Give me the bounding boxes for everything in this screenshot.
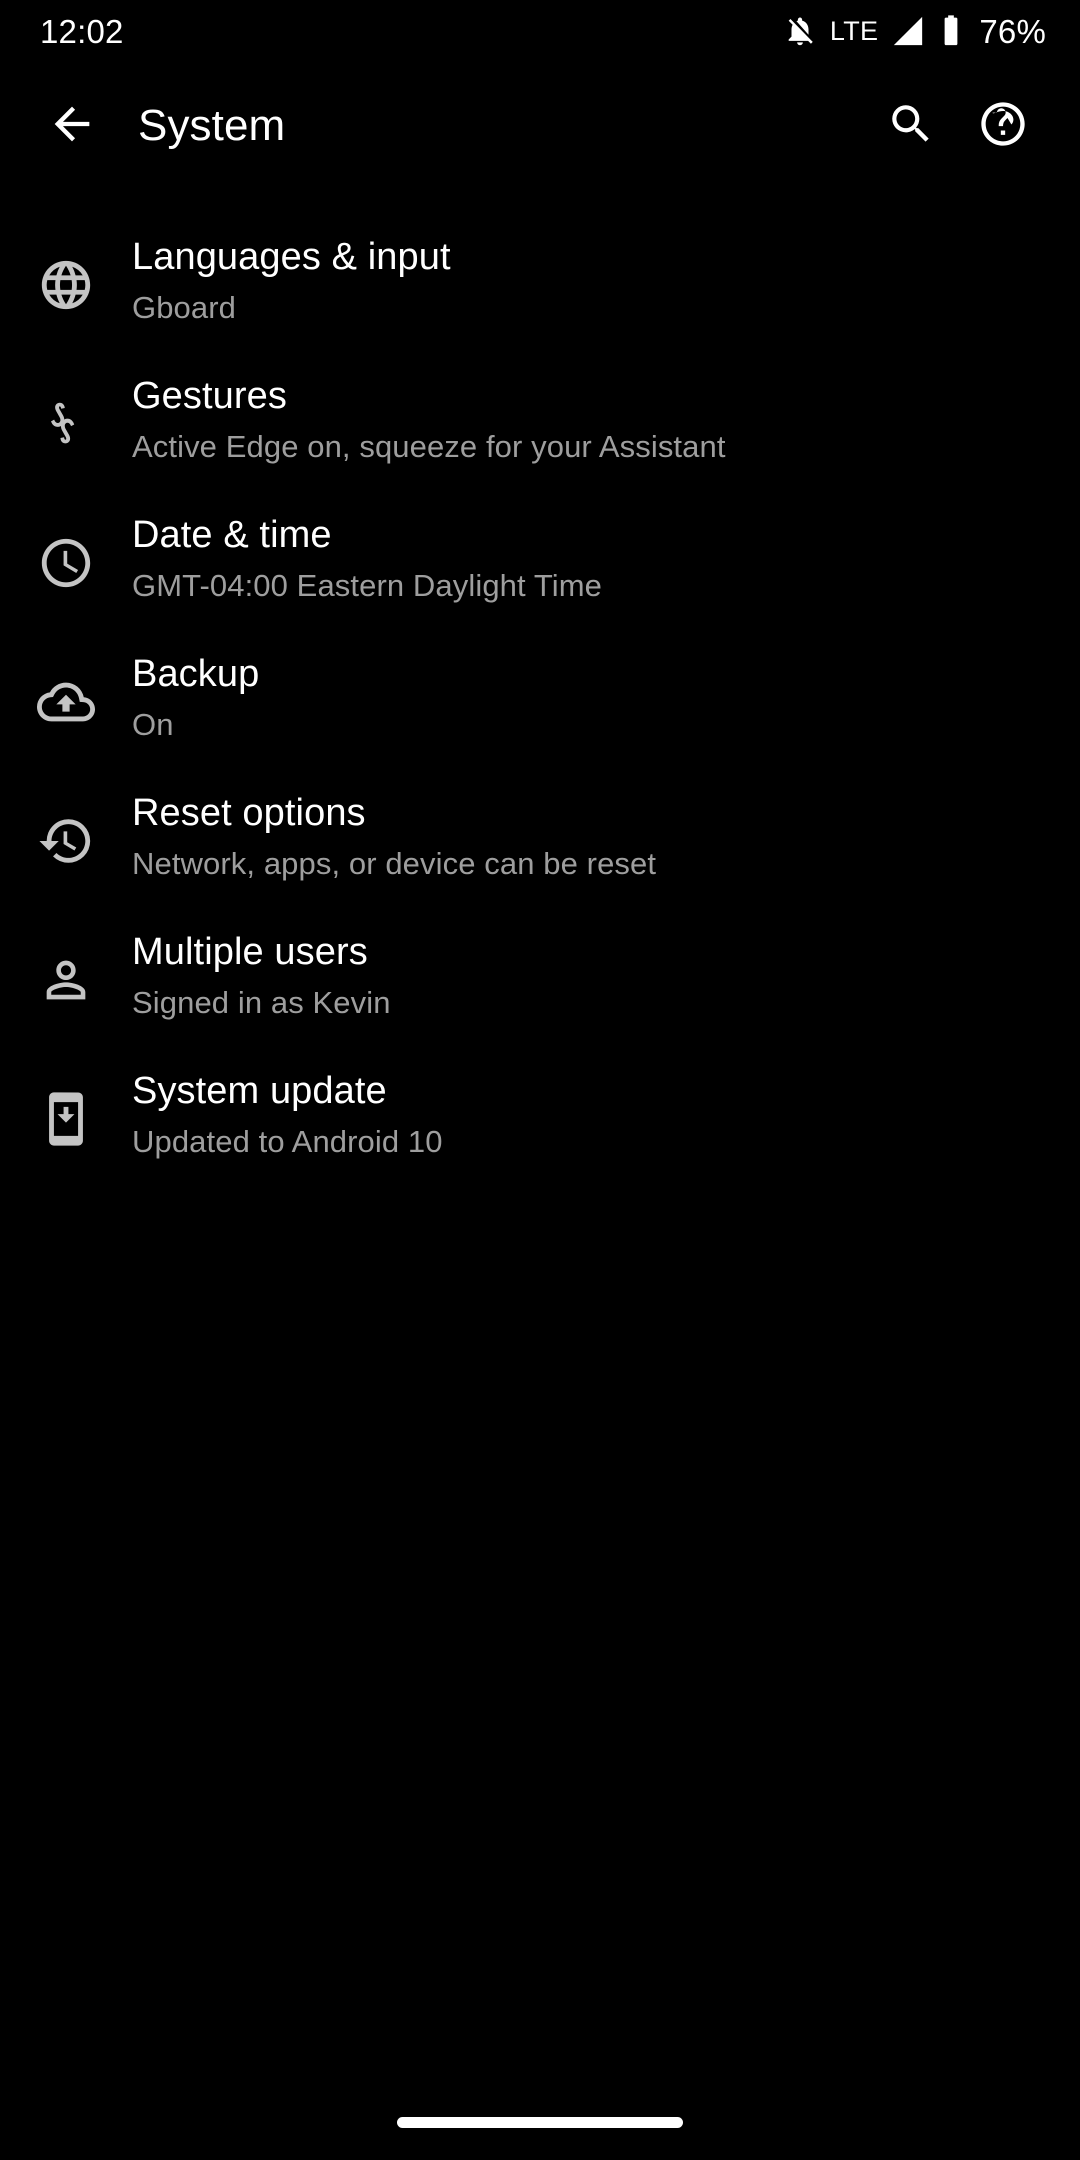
list-item-title: Backup [132,653,260,695]
list-item-summary: Active Edge on, squeeze for your Assista… [132,428,726,464]
search-icon [886,99,936,154]
globe-icon [0,212,132,314]
list-item-multiple-users[interactable]: Multiple users Signed in as Kevin [0,907,1080,1046]
help-icon [977,98,1029,155]
settings-list: Languages & input Gboard Gestures Active… [0,190,1080,1185]
person-icon [0,907,132,1009]
status-bar: 12:02 LTE 76% [0,0,1080,62]
list-item-text: Date & time GMT-04:00 Eastern Daylight T… [132,490,1080,607]
gesture-icon [0,351,132,453]
search-button[interactable] [868,83,954,169]
list-item-date-time[interactable]: Date & time GMT-04:00 Eastern Daylight T… [0,490,1080,629]
clock-icon [0,490,132,592]
cloud-upload-icon [0,629,132,731]
system-update-icon [0,1046,132,1148]
page-title: System [138,101,286,150]
list-item-text: Backup On [132,629,1080,746]
list-item-title: Date & time [132,514,332,556]
list-item-text: Languages & input Gboard [132,212,1080,329]
bell-off-icon [783,14,817,48]
back-button[interactable] [32,86,112,166]
list-item-reset-options[interactable]: Reset options Network, apps, or device c… [0,768,1080,907]
list-item-languages-input[interactable]: Languages & input Gboard [0,212,1080,351]
list-item-title: Reset options [132,792,366,834]
list-item-text: Reset options Network, apps, or device c… [132,768,1080,885]
list-item-summary: GMT-04:00 Eastern Daylight Time [132,567,603,603]
list-item-title: Multiple users [132,931,368,973]
list-item-summary: On [132,706,174,742]
help-button[interactable] [960,83,1046,169]
history-restore-icon [0,768,132,870]
list-item-title: Gestures [132,375,287,417]
battery-icon [938,14,964,48]
list-item-text: Multiple users Signed in as Kevin [132,907,1080,1024]
list-item-system-update[interactable]: System update Updated to Android 10 [0,1046,1080,1185]
app-bar: System [0,62,1080,190]
signal-cellular-icon [891,14,925,48]
network-type-label: LTE [829,15,879,46]
list-item-backup[interactable]: Backup On [0,629,1080,768]
navigation-bar [0,2096,1080,2160]
list-item-summary: Gboard [132,289,236,325]
status-bar-clock: 12:02 [40,12,124,50]
list-item-gestures[interactable]: Gestures Active Edge on, squeeze for you… [0,351,1080,490]
list-item-summary: Updated to Android 10 [132,1123,443,1159]
list-item-summary: Signed in as Kevin [132,984,391,1020]
battery-percentage-label: 76% [979,12,1046,50]
list-item-title: Languages & input [132,236,451,278]
arrow-back-icon [46,98,98,155]
list-item-text: Gestures Active Edge on, squeeze for you… [132,351,1080,468]
list-item-text: System update Updated to Android 10 [132,1046,1080,1163]
list-item-summary: Network, apps, or device can be reset [132,845,657,881]
list-item-title: System update [132,1070,387,1112]
home-indicator[interactable] [397,2116,683,2128]
status-bar-icons: LTE 76% [783,14,1046,48]
